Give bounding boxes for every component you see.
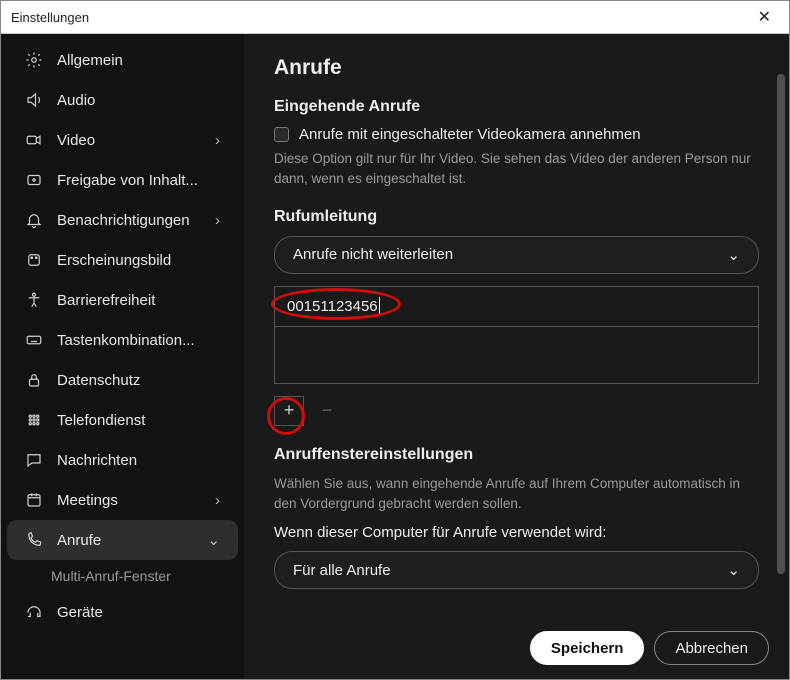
sidebar-item-label: Freigabe von Inhalt...	[57, 172, 220, 189]
sidebar-item-telefondienst[interactable]: Telefondienst	[7, 400, 238, 440]
sidebar-item-label: Tastenkombination...	[57, 332, 220, 349]
gear-icon	[25, 51, 43, 69]
palette-icon	[25, 251, 43, 269]
share-icon	[25, 171, 43, 189]
message-icon	[25, 451, 43, 469]
chevron-down-icon: ⌄	[727, 561, 740, 579]
sidebar-item-label: Nachrichten	[57, 452, 220, 469]
sidebar-item-label: Erscheinungsbild	[57, 252, 220, 269]
sidebar-item-label: Datenschutz	[57, 372, 220, 389]
select-value: Anrufe nicht weiterleiten	[293, 246, 453, 263]
select-value: Für alle Anrufe	[293, 562, 391, 579]
incoming-heading: Eingehende Anrufe	[274, 98, 759, 116]
sidebar-item-label: Benachrichtigungen	[57, 212, 201, 229]
scrollbar[interactable]	[777, 74, 785, 574]
checkbox-label: Anrufe mit eingeschalteter Videokamera a…	[299, 126, 641, 143]
sidebar-item-nachrichten[interactable]: Nachrichten	[7, 440, 238, 480]
chevron-right-icon: ›	[215, 132, 220, 149]
remove-number-button[interactable]: −	[312, 396, 342, 426]
forwarding-select[interactable]: Anrufe nicht weiterleiten ⌄	[274, 236, 759, 274]
sidebar-item-barrierefreiheit[interactable]: Barrierefreiheit	[7, 280, 238, 320]
when-select[interactable]: Für alle Anrufe ⌄	[274, 551, 759, 589]
chevron-right-icon: ›	[215, 212, 220, 229]
video-icon	[25, 131, 43, 149]
settings-window: Einstellungen ✕ Allgemein Audio Video › …	[0, 0, 790, 680]
lock-icon	[25, 371, 43, 389]
sidebar-item-allgemein[interactable]: Allgemein	[7, 40, 238, 80]
sidebar-item-freigabe[interactable]: Freigabe von Inhalt...	[7, 160, 238, 200]
forwarding-numbers-box: 00151123456	[274, 286, 759, 384]
save-button[interactable]: Speichern	[530, 631, 645, 665]
minus-icon: −	[322, 400, 333, 421]
accessibility-icon	[25, 291, 43, 309]
sidebar: Allgemein Audio Video › Freigabe von Inh…	[1, 34, 244, 679]
sidebar-subitem-multi-anruf[interactable]: Multi-Anruf-Fenster	[1, 560, 244, 592]
text-caret	[379, 297, 380, 315]
footer: Speichern Abbrechen	[530, 631, 769, 665]
add-number-button[interactable]: +	[274, 396, 304, 426]
titlebar: Einstellungen ✕	[1, 1, 789, 34]
sidebar-item-tastenkombination[interactable]: Tastenkombination...	[7, 320, 238, 360]
sidebar-item-audio[interactable]: Audio	[7, 80, 238, 120]
speaker-icon	[25, 91, 43, 109]
headset-icon	[25, 603, 43, 621]
callwindow-help: Wählen Sie aus, wann eingehende Anrufe a…	[274, 474, 759, 515]
page-title: Anrufe	[274, 56, 759, 80]
sidebar-item-label: Meetings	[57, 492, 201, 509]
keyboard-icon	[25, 331, 43, 349]
video-answer-checkbox-row[interactable]: Anrufe mit eingeschalteter Videokamera a…	[274, 126, 759, 143]
sidebar-item-label: Video	[57, 132, 201, 149]
plus-icon: +	[284, 400, 295, 421]
forwarding-heading: Rufumleitung	[274, 208, 759, 226]
close-button[interactable]: ✕	[750, 3, 779, 31]
chevron-right-icon: ›	[215, 492, 220, 509]
sidebar-item-anrufe[interactable]: Anrufe ⌄	[7, 520, 238, 560]
sidebar-item-label: Allgemein	[57, 52, 220, 69]
sidebar-item-benachrichtigungen[interactable]: Benachrichtigungen ›	[7, 200, 238, 240]
chevron-down-icon: ⌄	[207, 531, 220, 549]
sidebar-item-erscheinungsbild[interactable]: Erscheinungsbild	[7, 240, 238, 280]
phone-input[interactable]: 00151123456	[275, 287, 758, 327]
content-panel: Anrufe Eingehende Anrufe Anrufe mit eing…	[244, 34, 789, 679]
sidebar-item-datenschutz[interactable]: Datenschutz	[7, 360, 238, 400]
phone-input-value: 00151123456	[287, 298, 378, 315]
checkbox-icon[interactable]	[274, 127, 289, 142]
callwindow-heading: Anruffenstereinstellungen	[274, 446, 759, 464]
when-label: Wenn dieser Computer für Anrufe verwende…	[274, 524, 759, 541]
sidebar-item-meetings[interactable]: Meetings ›	[7, 480, 238, 520]
sidebar-item-label: Audio	[57, 92, 220, 109]
cancel-button[interactable]: Abbrechen	[654, 631, 769, 665]
sidebar-item-label: Barrierefreiheit	[57, 292, 220, 309]
sidebar-item-label: Anrufe	[57, 532, 193, 549]
sidebar-item-label: Telefondienst	[57, 412, 220, 429]
chevron-down-icon: ⌄	[727, 246, 740, 264]
phone-icon	[25, 531, 43, 549]
sidebar-item-label: Geräte	[57, 604, 220, 621]
calendar-icon	[25, 491, 43, 509]
window-title: Einstellungen	[11, 10, 89, 25]
checkbox-help: Diese Option gilt nur für Ihr Video. Sie…	[274, 149, 759, 190]
bell-icon	[25, 211, 43, 229]
dialpad-icon	[25, 411, 43, 429]
sidebar-item-geraete[interactable]: Geräte	[7, 592, 238, 632]
sidebar-item-video[interactable]: Video ›	[7, 120, 238, 160]
